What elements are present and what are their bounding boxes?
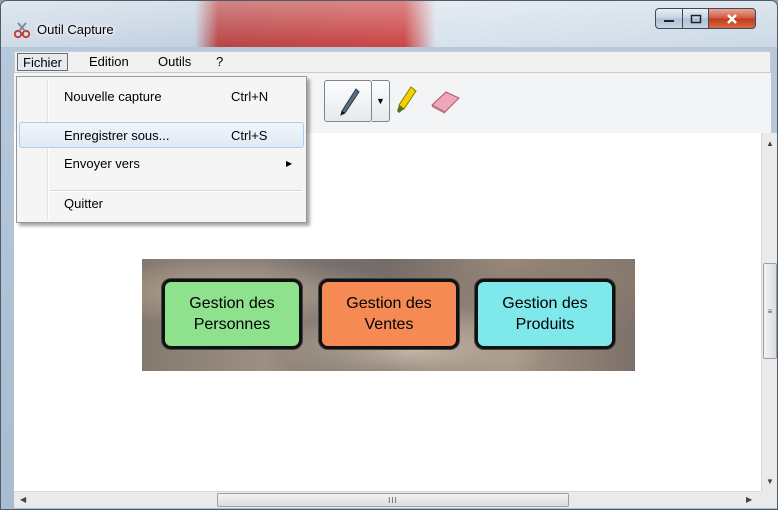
file-menu-dropdown: Nouvelle capture Ctrl+N Enregistrer sous…	[16, 76, 307, 223]
menu-item-shortcut: Ctrl+S	[231, 128, 268, 143]
gestion-ventes-line2: Ventes	[364, 316, 414, 333]
menu-item-nouvelle-capture[interactable]: Nouvelle capture Ctrl+N	[19, 84, 304, 110]
menu-edition[interactable]: Edition	[84, 53, 134, 71]
window-title: Outil Capture	[37, 22, 114, 37]
menu-item-label: Enregistrer sous...	[64, 128, 170, 143]
pen-icon	[340, 88, 360, 116]
menu-bar: Fichier Edition Outils ?	[14, 51, 771, 73]
close-icon	[727, 13, 737, 24]
gestion-ventes-button: Gestion des Ventes	[319, 279, 459, 349]
maximize-button[interactable]	[682, 8, 709, 29]
horizontal-grip-icon: III	[388, 495, 398, 505]
scroll-corner	[761, 491, 777, 508]
submenu-arrow-icon: ▶	[286, 159, 293, 168]
app-window: Outil Capture Fichier Edition Outils ? ▼	[0, 0, 778, 510]
pen-dropdown-button[interactable]: ▼	[372, 80, 390, 122]
menu-outils[interactable]: Outils	[153, 53, 196, 71]
gestion-personnes-line2: Personnes	[193, 316, 271, 333]
horizontal-scrollbar[interactable]: ◀ III ▶	[14, 491, 761, 508]
gestion-produits-button: Gestion des Produits	[475, 279, 615, 349]
close-button[interactable]	[708, 8, 756, 29]
gestion-personnes-button: Gestion des Personnes	[162, 279, 302, 349]
vertical-grip-icon: ≡	[767, 306, 773, 316]
scroll-down-icon[interactable]: ▼	[766, 477, 774, 486]
menu-fichier[interactable]: Fichier	[17, 53, 69, 71]
horizontal-scroll-thumb[interactable]: III	[217, 493, 569, 507]
menu-item-shortcut: Ctrl+N	[231, 89, 269, 104]
captured-image: Gestion des Personnes Gestion des Ventes G…	[142, 259, 635, 371]
scroll-up-icon[interactable]: ▲	[766, 139, 774, 148]
title-bar[interactable]: Outil Capture	[1, 1, 777, 47]
gestion-produits-line2: Produits	[515, 316, 575, 333]
eraser-icon[interactable]	[428, 89, 462, 115]
maximize-icon	[690, 14, 701, 23]
menu-item-label: Envoyer vers	[64, 156, 140, 171]
vertical-scrollbar[interactable]: ▲ ≡ ▼	[761, 133, 777, 491]
app-scissors-icon	[13, 22, 31, 39]
menu-item-label: Nouvelle capture	[64, 89, 162, 104]
gestion-personnes-line1: Gestion des	[189, 295, 275, 312]
minimize-button[interactable]	[655, 8, 683, 29]
minimize-icon	[664, 19, 674, 22]
scroll-left-icon[interactable]: ◀	[20, 495, 26, 504]
gestion-ventes-line1: Gestion des	[346, 295, 432, 312]
chevron-down-icon: ▼	[376, 96, 385, 106]
highlighter-icon[interactable]	[395, 85, 419, 117]
pen-tool-button[interactable]	[324, 80, 372, 122]
gestion-produits-line1: Gestion des	[502, 295, 588, 312]
menu-help[interactable]: ?	[211, 53, 228, 71]
vertical-scroll-thumb[interactable]: ≡	[763, 263, 777, 359]
scroll-right-icon[interactable]: ▶	[746, 495, 752, 504]
menu-item-envoyer-vers[interactable]: Envoyer vers ▶	[19, 151, 304, 177]
menu-item-enregistrer-sous[interactable]: Enregistrer sous... Ctrl+S	[19, 122, 304, 148]
menu-item-label: Quitter	[64, 196, 104, 211]
menu-item-quitter[interactable]: Quitter	[19, 191, 304, 217]
